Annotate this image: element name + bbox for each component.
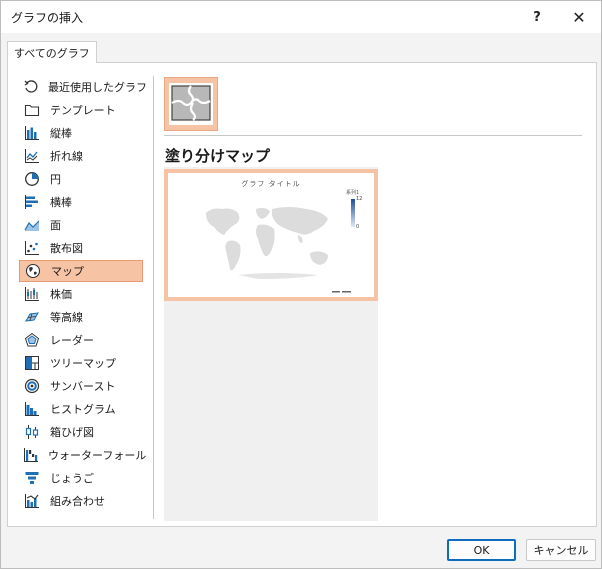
subtype-thumbnail [169,83,213,125]
sidebar-item-column[interactable]: 縦棒 [19,122,143,144]
sidebar-item-label: 等高線 [50,311,83,324]
subtype-filled-map[interactable] [164,77,218,131]
chart-preview[interactable]: グラフ タイトル 系列1 12 0 [164,169,378,301]
combo-chart-icon [23,492,41,510]
help-button[interactable]: ? [517,1,557,33]
sidebar-item-label: サンバースト [50,380,116,393]
stock-chart-icon [23,285,41,303]
chart-category-list: 最近使用したグラフ テンプレート 縦棒 折れ線 円 横棒 面 散布図 マップ 株… [13,76,147,520]
sidebar-item-funnel[interactable]: じょうご [19,467,143,489]
sidebar-item-label: ウォーターフォール [48,449,147,462]
sidebar-item-label: 面 [50,219,61,232]
chart-subtype-title: 塗り分けマップ [165,147,271,165]
sidebar-item-label: 株価 [50,288,72,301]
sidebar-item-label: 円 [50,173,61,186]
preview-chart-title: グラフ タイトル [241,180,301,188]
treemap-chart-icon [23,354,41,372]
histogram-chart-icon [23,400,41,418]
boxplot-chart-icon [23,423,41,441]
sidebar-item-combo[interactable]: 組み合わせ [19,490,143,512]
puzzle-map-icon [171,84,211,124]
legend-color-scale [351,199,355,227]
sidebar-item-templates[interactable]: テンプレート [19,99,143,121]
sidebar-item-label: 箱ひげ図 [50,426,94,439]
sidebar-item-label: 折れ線 [50,150,83,163]
ok-button[interactable]: OK [447,539,516,561]
sidebar-item-treemap[interactable]: ツリーマップ [19,352,143,374]
sidebar-item-scatter[interactable]: 散布図 [19,237,143,259]
recent-icon [23,78,39,96]
dialog-title: グラフの挿入 [11,11,84,25]
sidebar-item-label: テンプレート [50,104,116,117]
map-chart-icon [24,262,42,280]
sidebar-item-label: マップ [51,265,84,278]
sunburst-chart-icon [23,377,41,395]
folder-icon [23,101,41,119]
sidebar-item-surface[interactable]: 等高線 [19,306,143,328]
insert-chart-dialog: グラフの挿入 ? ✕ すべてのグラフ 最近使用したグラフ テンプレート 縦棒 折… [0,0,602,569]
waterfall-chart-icon [23,446,39,464]
map-attribution [332,290,352,295]
header-divider [164,135,582,136]
sidebar-item-map[interactable]: マップ [19,260,143,282]
funnel-chart-icon [23,469,41,487]
cancel-button[interactable]: キャンセル [526,539,596,561]
sidebar-item-label: レーダー [50,334,94,347]
title-bar: グラフの挿入 ? ✕ [1,1,601,33]
sidebar-divider [153,76,154,519]
sidebar-item-waterfall[interactable]: ウォーターフォール [19,444,147,466]
chart-preview-canvas: グラフ タイトル 系列1 12 0 [168,173,374,297]
legend-min-value: 0 [356,224,360,230]
sidebar-item-radar[interactable]: レーダー [19,329,143,351]
legend-max-value: 12 [356,196,363,202]
sidebar-item-bar[interactable]: 横棒 [19,191,143,213]
sidebar-item-label: ヒストグラム [50,403,116,416]
sidebar-item-label: 最近使用したグラフ [48,81,147,94]
sidebar-item-recent[interactable]: 最近使用したグラフ [19,76,147,98]
bar-chart-icon [23,193,41,211]
sidebar-item-pie[interactable]: 円 [19,168,143,190]
scatter-chart-icon [23,239,41,257]
world-map-graphic [206,207,328,279]
sidebar-item-label: 横棒 [50,196,72,209]
sidebar-item-label: 散布図 [50,242,83,255]
sidebar-item-line[interactable]: 折れ線 [19,145,143,167]
sidebar-item-histogram[interactable]: ヒストグラム [19,398,143,420]
sidebar-item-boxplot[interactable]: 箱ひげ図 [19,421,143,443]
sidebar-item-label: 縦棒 [50,127,72,140]
tab-all-charts[interactable]: すべてのグラフ [7,41,97,64]
tab-strip: すべてのグラフ [7,41,597,64]
column-chart-icon [23,124,41,142]
line-chart-icon [23,147,41,165]
sidebar-item-label: 組み合わせ [50,495,105,508]
sidebar-item-area[interactable]: 面 [19,214,143,236]
sidebar-item-sunburst[interactable]: サンバースト [19,375,143,397]
sidebar-item-stock[interactable]: 株価 [19,283,143,305]
surface-chart-icon [23,308,41,326]
sidebar-item-label: じょうご [50,472,94,485]
area-chart-icon [23,216,41,234]
pie-chart-icon [23,170,41,188]
legend-series-name: 系列1 [346,190,360,196]
radar-chart-icon [23,331,41,349]
sidebar-item-label: ツリーマップ [50,357,116,370]
close-button[interactable]: ✕ [559,1,599,33]
